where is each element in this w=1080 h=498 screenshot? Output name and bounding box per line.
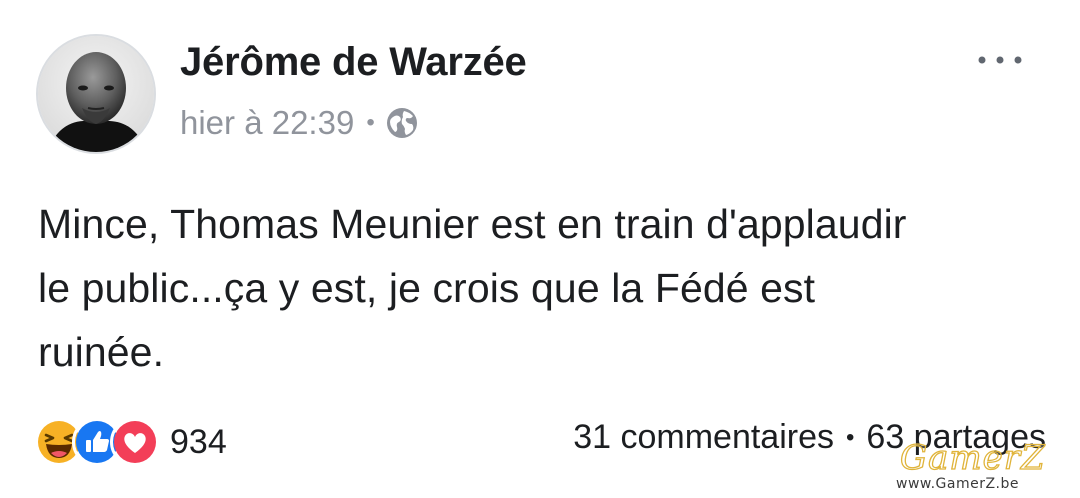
globe-icon [385,106,419,140]
reaction-count: 934 [170,422,227,461]
author-avatar[interactable] [36,34,156,154]
post-text: Mince, Thomas Meunier est en train d'app… [38,201,907,375]
comments-count[interactable]: 31 commentaires [573,418,834,457]
more-horizontal-icon[interactable] [972,50,1028,70]
reactions-summary[interactable]: 934 [34,416,227,468]
watermark-logo: GamerZ [899,437,1046,478]
stats-separator: • [846,423,855,451]
watermark-url: www.GamerZ.be [896,476,1019,492]
post-meta: hier à 22:39 • [180,104,419,142]
facebook-post: Jérôme de Warzée hier à 22:39 • Mince, T… [0,0,1080,498]
meta-separator: • [366,109,375,136]
author-name[interactable]: Jérôme de Warzée [180,40,527,85]
watermark: GamerZ www.GamerZ.be [892,437,1068,494]
post-timestamp[interactable]: hier à 22:39 [180,104,354,142]
love-icon [110,417,160,467]
